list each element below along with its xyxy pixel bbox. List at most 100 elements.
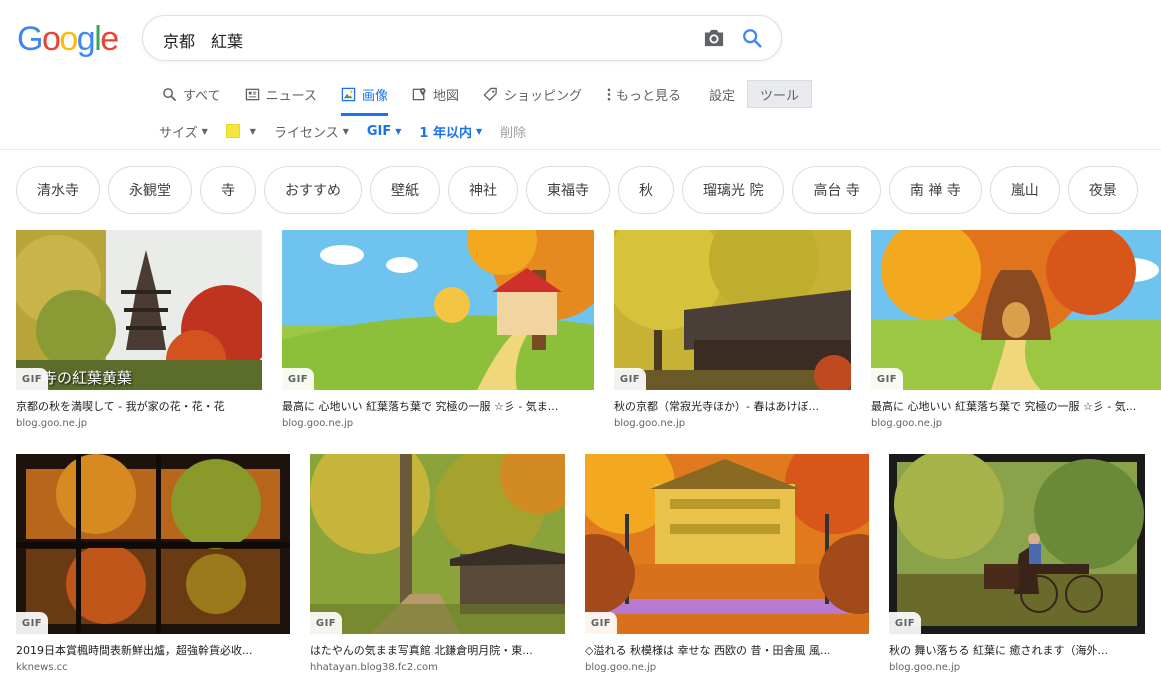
result-thumbnail[interactable]: GIF bbox=[889, 454, 1145, 634]
result-title[interactable]: 秋の 舞い落ちる 紅葉に 癒されます（海外... bbox=[889, 644, 1145, 658]
chip[interactable]: 壁紙 bbox=[370, 166, 440, 214]
chip[interactable]: 永観堂 bbox=[108, 166, 192, 214]
filter-label: 1 年以内 bbox=[419, 125, 472, 141]
filter-label: ライセンス bbox=[273, 125, 339, 141]
result-source[interactable]: blog.goo.ne.jp bbox=[16, 417, 262, 430]
image-result[interactable]: GIF 最高に 心地いい 紅葉落ち葉で 究極の一服 ☆彡 - 気... blog… bbox=[871, 230, 1161, 430]
chip[interactable]: 夜景 bbox=[1067, 166, 1138, 214]
tab-shopping[interactable]: ショッピング bbox=[483, 80, 582, 108]
result-thumbnail[interactable]: GIF bbox=[871, 230, 1161, 390]
mansion-image bbox=[585, 454, 869, 634]
result-source[interactable]: blog.goo.ne.jp bbox=[871, 417, 1161, 430]
image-result[interactable]: GIF 秋の 舞い落ちる 紅葉に 癒されます（海外... blog.goo.ne… bbox=[889, 454, 1145, 674]
tab-all[interactable]: すべて bbox=[162, 80, 221, 108]
google-logo[interactable]: Google bbox=[17, 20, 119, 59]
tab-label: ニュース bbox=[265, 88, 317, 104]
gif-badge: GIF bbox=[585, 612, 617, 634]
result-thumbnail[interactable]: GIF bbox=[585, 454, 869, 634]
image-result[interactable]: 寺の紅葉黄葉 GIF 京都の秋を満喫して - 我が家の花・花・花 blog.go… bbox=[16, 230, 262, 430]
village-path-image bbox=[310, 454, 565, 634]
logo-letter: o bbox=[59, 20, 78, 58]
tab-images[interactable]: 画像 bbox=[340, 80, 388, 116]
tab-label: ショッピング bbox=[503, 88, 582, 104]
chip[interactable]: 神社 bbox=[448, 166, 518, 214]
chip[interactable]: おすすめ bbox=[264, 166, 362, 214]
result-source[interactable]: blog.goo.ne.jp bbox=[585, 661, 869, 674]
image-result[interactable]: GIF 秋の京都（常寂光寺ほか）- 春はあけぼ... blog.goo.ne.j… bbox=[614, 230, 851, 430]
temple-ginkgo-image bbox=[614, 230, 851, 390]
image-result[interactable]: GIF はたやんの気まま写真館 北鎌倉明月院・東... hhatayan.blo… bbox=[310, 454, 565, 674]
tab-label: もっと見る bbox=[615, 88, 681, 104]
result-title[interactable]: はたやんの気まま写真館 北鎌倉明月院・東... bbox=[310, 644, 565, 658]
search-input[interactable]: 京都 紅葉 bbox=[163, 28, 243, 52]
dropdown-arrow-icon: ▼ bbox=[395, 126, 402, 136]
result-title[interactable]: 最高に 心地いい 紅葉落ち葉で 究極の一服 ☆彡 - 気ま... bbox=[282, 400, 594, 414]
autumn-cottage-image bbox=[282, 230, 594, 390]
gif-badge: GIF bbox=[310, 612, 342, 634]
result-thumbnail[interactable]: GIF bbox=[614, 230, 851, 390]
dropdown-arrow-icon: ▼ bbox=[249, 126, 256, 136]
filter-license[interactable]: ライセンス ▼ bbox=[274, 122, 349, 141]
filter-bar: サイズ ▼ ▼ ライセンス ▼ GIF ▼ 1 年以内 ▼ 削除 bbox=[159, 121, 544, 141]
search-icon bbox=[163, 87, 177, 101]
tab-news[interactable]: ニュース bbox=[245, 80, 317, 108]
gif-badge: GIF bbox=[614, 368, 646, 390]
chip[interactable]: 東福寺 bbox=[526, 166, 610, 214]
filter-clear[interactable]: 削除 bbox=[500, 122, 526, 141]
image-result[interactable]: GIF 最高に 心地いい 紅葉落ち葉で 究極の一服 ☆彡 - 気ま... blo… bbox=[282, 230, 594, 430]
image-result[interactable]: GIF 2019日本賞楓時間表新鮮出爐，超強幹貨必收... kknews.cc bbox=[16, 454, 290, 674]
more-vert-icon bbox=[607, 88, 611, 100]
logo-letter: o bbox=[41, 20, 61, 58]
result-thumbnail[interactable]: 寺の紅葉黄葉 GIF bbox=[16, 230, 262, 390]
logo-letter: g bbox=[76, 20, 96, 58]
chip[interactable]: 清水寺 bbox=[16, 166, 100, 214]
result-title[interactable]: 京都の秋を満喫して - 我が家の花・花・花 bbox=[16, 400, 262, 414]
tab-more[interactable]: もっと見る bbox=[606, 80, 681, 108]
chip[interactable]: 秋 bbox=[618, 166, 674, 214]
settings-link[interactable]: 設定 bbox=[709, 80, 735, 108]
result-source[interactable]: blog.goo.ne.jp bbox=[282, 417, 594, 430]
tag-icon bbox=[483, 87, 497, 101]
tree-house-image bbox=[871, 230, 1161, 390]
result-source[interactable]: kknews.cc bbox=[16, 661, 290, 674]
search-submit-icon[interactable] bbox=[741, 27, 763, 49]
dropdown-arrow-icon: ▼ bbox=[475, 126, 483, 136]
header-divider bbox=[0, 149, 1161, 150]
result-thumbnail[interactable]: GIF bbox=[310, 454, 565, 634]
chip[interactable]: 寺 bbox=[200, 166, 256, 214]
filter-size[interactable]: サイズ ▼ bbox=[159, 122, 208, 141]
search-tabs: すべて ニュース 画像 地図 ショッピング もっと見る 設定 ツール bbox=[162, 80, 813, 120]
horse-carriage-image bbox=[889, 454, 1145, 634]
result-source[interactable]: blog.goo.ne.jp bbox=[889, 661, 1145, 674]
tab-label: 画像 bbox=[361, 88, 388, 104]
chip[interactable]: 嵐山 bbox=[989, 166, 1060, 214]
result-title[interactable]: 最高に 心地いい 紅葉落ち葉で 究極の一服 ☆彡 - 気... bbox=[871, 400, 1161, 414]
chip[interactable]: 高台 寺 bbox=[792, 166, 881, 214]
tools-button[interactable]: ツール bbox=[747, 80, 813, 108]
filter-label: GIF bbox=[366, 123, 392, 139]
image-overlay-text: 寺の紅葉黄葉 bbox=[42, 369, 133, 387]
tab-maps[interactable]: 地図 bbox=[412, 80, 459, 108]
filter-type[interactable]: GIF ▼ bbox=[367, 124, 402, 139]
map-icon bbox=[412, 87, 426, 100]
color-swatch bbox=[225, 124, 240, 138]
result-thumbnail[interactable]: GIF bbox=[16, 454, 290, 634]
result-title[interactable]: 秋の京都（常寂光寺ほか）- 春はあけぼ... bbox=[614, 400, 851, 414]
result-title[interactable]: 2019日本賞楓時間表新鮮出爐，超強幹貨必收... bbox=[16, 644, 290, 658]
result-title[interactable]: ◇溢れる 秋模様は 幸せな 西欧の 昔・田舎風 風... bbox=[585, 644, 869, 658]
image-result[interactable]: GIF ◇溢れる 秋模様は 幸せな 西欧の 昔・田舎風 風... blog.go… bbox=[585, 454, 869, 674]
chip[interactable]: 南 禅 寺 bbox=[888, 166, 982, 214]
dropdown-arrow-icon: ▼ bbox=[342, 126, 349, 136]
camera-icon[interactable] bbox=[703, 28, 725, 48]
related-chips: 清水寺 永観堂 寺 おすすめ 壁紙 神社 東福寺 秋 瑠璃光 院 高台 寺 南 … bbox=[16, 166, 1146, 214]
filter-color[interactable]: ▼ bbox=[225, 124, 256, 138]
result-source[interactable]: blog.goo.ne.jp bbox=[614, 417, 851, 430]
result-source[interactable]: hhatayan.blog38.fc2.com bbox=[310, 661, 565, 674]
tab-label: すべて bbox=[183, 88, 221, 104]
chip[interactable]: 瑠璃光 院 bbox=[682, 166, 785, 214]
gif-badge: GIF bbox=[16, 368, 48, 390]
logo-letter: G bbox=[17, 20, 43, 58]
search-box[interactable]: 京都 紅葉 bbox=[142, 15, 782, 61]
result-thumbnail[interactable]: GIF bbox=[282, 230, 594, 390]
filter-time[interactable]: 1 年以内 ▼ bbox=[419, 122, 482, 141]
